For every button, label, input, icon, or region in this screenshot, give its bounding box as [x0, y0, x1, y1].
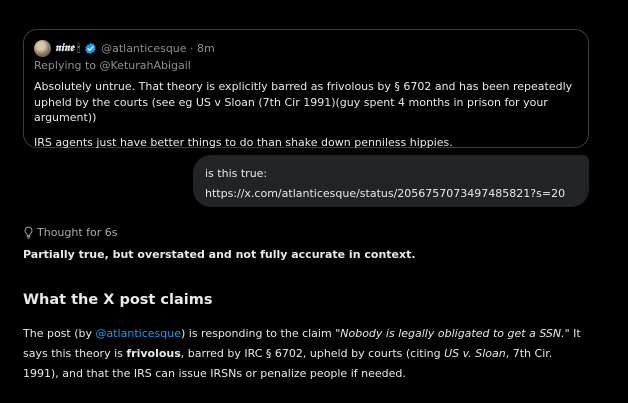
tweet-header: 𝖓𝖎𝖓𝖊 🕯 @atlanticesque · 8m — [34, 39, 215, 57]
user-message-line-1: is this true: — [205, 167, 268, 180]
tweet-paragraph-2: IRS agents just have better things to do… — [34, 135, 453, 149]
author-handle-link[interactable]: @atlanticesque — [96, 327, 181, 340]
quoted-tweet-card[interactable]: 𝖓𝖎𝖓𝖊 🕯 @atlanticesque · 8m Replying to @… — [23, 29, 589, 150]
user-message-url: https://x.com/atlanticesque/status/20567… — [205, 187, 566, 200]
avatar[interactable] — [34, 39, 51, 57]
thought-toggle[interactable]: Thought for 6s — [23, 224, 118, 240]
quoted-claim: "Nobody is legally obligated to get a SS… — [335, 327, 570, 340]
answer-summary: Partially true, but overstated and not f… — [23, 248, 416, 261]
answer-text-1: The post (by — [23, 327, 96, 340]
frivolous-emphasis: frivolous — [126, 347, 181, 360]
author-handle-timestamp[interactable]: @atlanticesque · 8m — [101, 42, 215, 55]
author-display-name[interactable]: 𝖓𝖎𝖓𝖊 — [55, 41, 74, 55]
replying-to-label: Replying to @KeturahAbigail — [34, 59, 191, 72]
answer-text-4: , barred by IRC § 6702, upheld by courts… — [180, 347, 445, 360]
case-citation: US v. Sloan — [444, 347, 506, 360]
verified-badge-icon — [85, 42, 96, 54]
user-message-bubble: is this true: https://x.com/atlanticesqu… — [193, 155, 589, 207]
answer-text-2: ) is responding to the claim — [180, 327, 336, 340]
section-heading: What the X post claims — [23, 292, 213, 308]
lightbulb-icon — [24, 226, 33, 238]
tweet-body: Absolutely untrue. That theory is explic… — [34, 79, 582, 150]
candle-icon: 🕯 — [76, 41, 81, 55]
thought-duration-label: Thought for 6s — [37, 225, 118, 239]
answer-paragraph: The post (by @atlanticesque) is respondi… — [23, 324, 589, 384]
tweet-paragraph-1: Absolutely untrue. That theory is explic… — [34, 80, 573, 124]
